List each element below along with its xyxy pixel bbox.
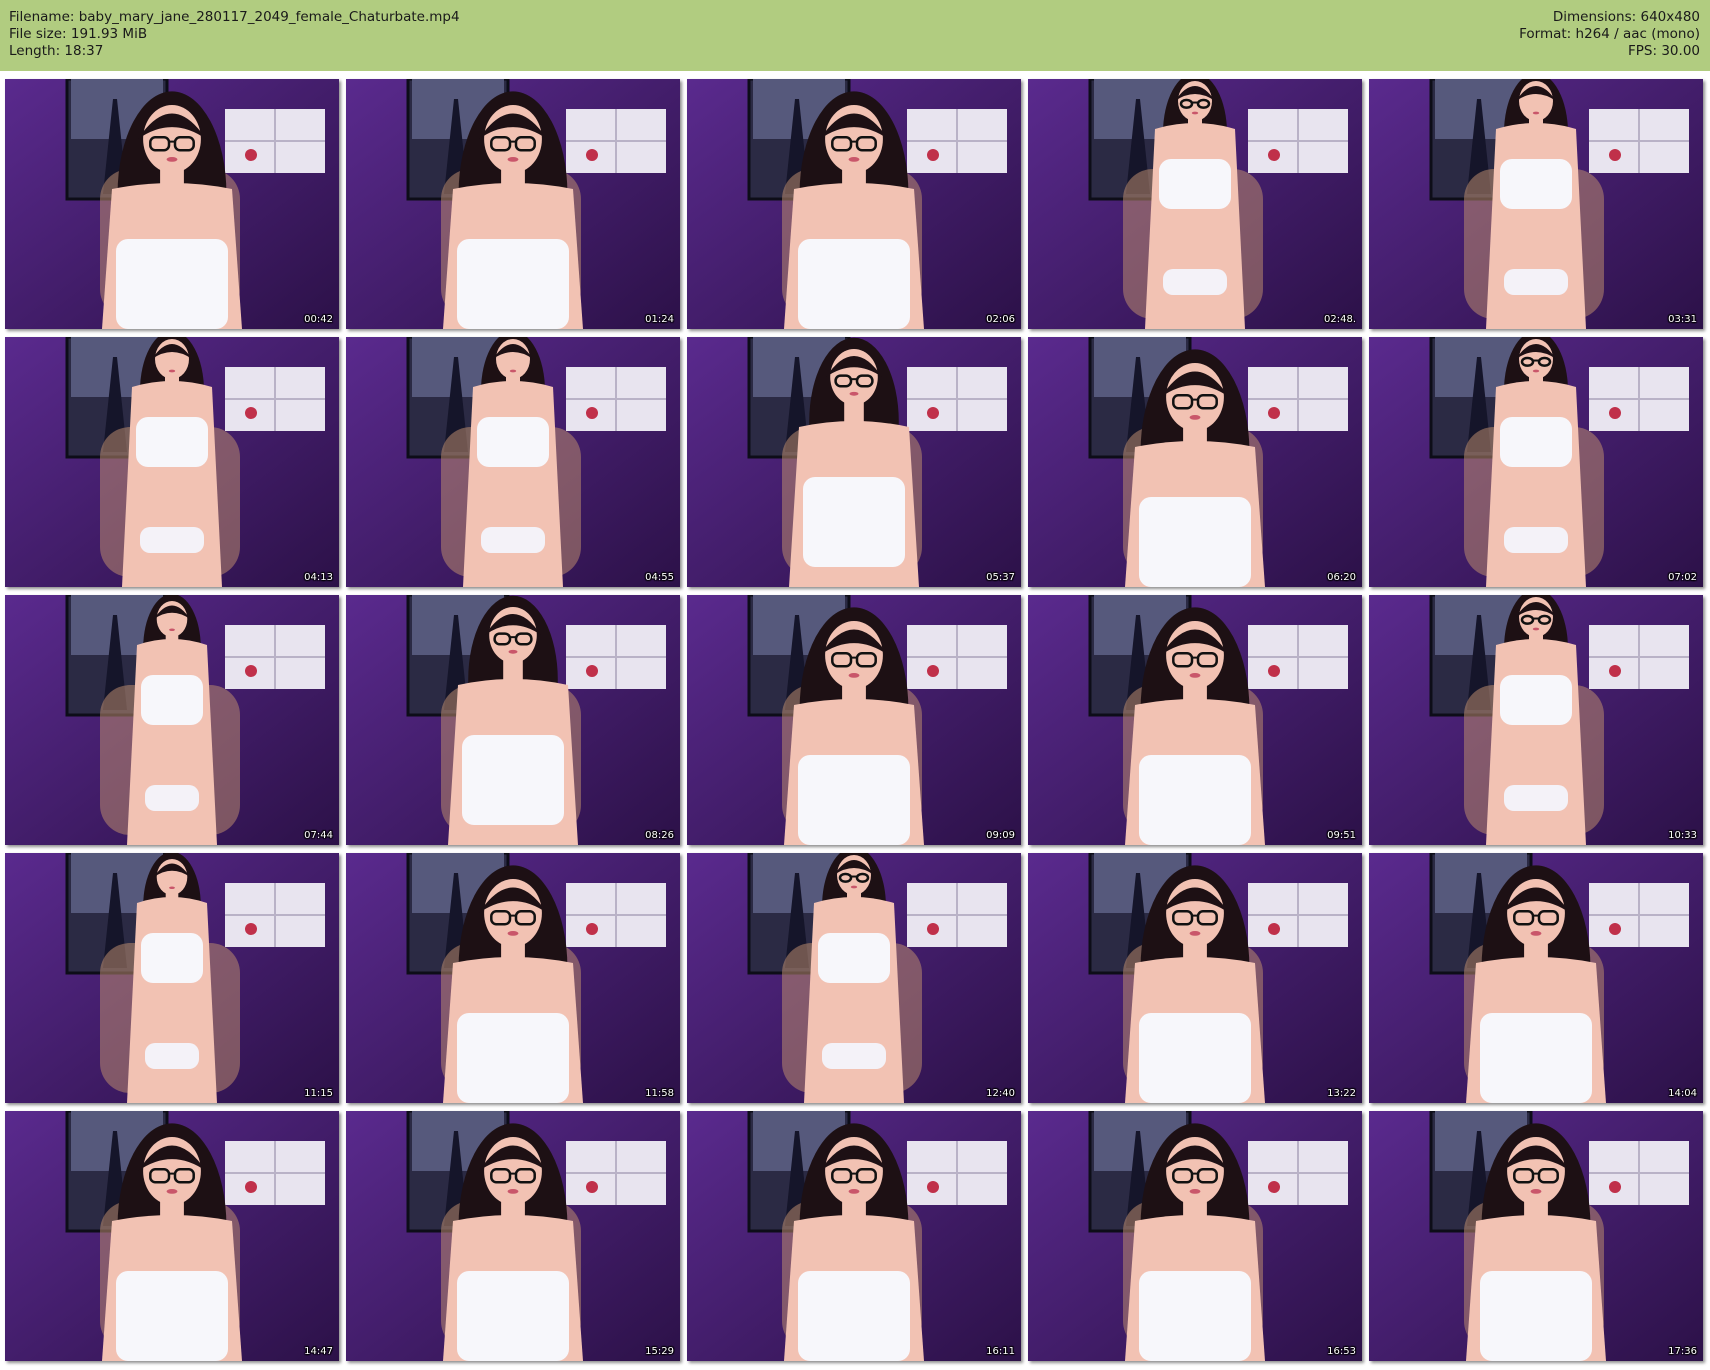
thumbnail-frame [346, 853, 680, 1103]
timestamp-label: 00:42 [304, 314, 333, 325]
thumbnail-frame [346, 595, 680, 845]
video-thumbnail: 17:36 [1369, 1111, 1703, 1361]
thumbnail-frame [1369, 337, 1703, 587]
thumbnail-frame [346, 1111, 680, 1361]
video-thumbnail: 11:15 [5, 853, 339, 1103]
video-thumbnail: 09:09 [687, 595, 1021, 845]
timestamp-label: 04:13 [304, 572, 333, 583]
thumbnail-frame [5, 595, 339, 845]
timestamp-label: 14:47 [304, 1346, 333, 1357]
thumbnail-frame [5, 337, 339, 587]
thumbnail-frame [346, 79, 680, 329]
video-thumbnail: 08:26 [346, 595, 680, 845]
timestamp-label: 03:31 [1668, 314, 1697, 325]
video-thumbnail: 00:42 [5, 79, 339, 329]
thumbnail-grid: 00:42 01:24 02:06 02:48. 03:31 04:13 04:55 05:3… [0, 71, 1710, 1370]
video-thumbnail: 03:31 [1369, 79, 1703, 329]
video-thumbnail: 07:44 [5, 595, 339, 845]
timestamp-label: 04:55 [645, 572, 674, 583]
thumbnail-frame [346, 337, 680, 587]
thumbnail-frame [1369, 595, 1703, 845]
video-thumbnail: 12:40 [687, 853, 1021, 1103]
dimensions-text: Dimensions: 640x480 [1552, 9, 1700, 25]
timestamp-label: 07:02 [1668, 572, 1697, 583]
timestamp-label: 10:33 [1668, 830, 1697, 841]
thumbnail-frame [5, 79, 339, 329]
video-thumbnail: 07:02 [1369, 337, 1703, 587]
timestamp-label: 17:36 [1668, 1346, 1697, 1357]
thumbnail-frame [1028, 595, 1362, 845]
video-thumbnail: 02:48. [1028, 79, 1362, 329]
video-thumbnail: 02:06 [687, 79, 1021, 329]
timestamp-label: 14:04 [1668, 1088, 1697, 1099]
format-text: Format: h264 / aac (mono) [1519, 26, 1700, 42]
thumbnail-frame [687, 853, 1021, 1103]
thumbnail-frame [1028, 1111, 1362, 1361]
timestamp-label: 06:20 [1327, 572, 1356, 583]
filesize-text: File size: 191.93 MiB [9, 26, 148, 42]
length-text: Length: 18:37 [9, 43, 104, 59]
stream-info: Dimensions: 640x480 Format: h264 / aac (… [1519, 9, 1700, 60]
thumbnail-frame [5, 1111, 339, 1361]
timestamp-label: 07:44 [304, 830, 333, 841]
timestamp-label: 16:53 [1327, 1346, 1356, 1357]
timestamp-label: 08:26 [645, 830, 674, 841]
timestamp-label: 02:48. [1324, 314, 1356, 325]
video-thumbnail: 14:04 [1369, 853, 1703, 1103]
thumbnail-frame [1028, 853, 1362, 1103]
video-thumbnail: 10:33 [1369, 595, 1703, 845]
fps-text: FPS: 30.00 [1628, 43, 1700, 59]
thumbnail-frame [1369, 1111, 1703, 1361]
video-thumbnail: 15:29 [346, 1111, 680, 1361]
timestamp-label: 12:40 [986, 1088, 1015, 1099]
timestamp-label: 09:09 [986, 830, 1015, 841]
timestamp-label: 16:11 [986, 1346, 1015, 1357]
file-info: Filename: baby_mary_jane_280117_2049_fem… [9, 9, 460, 60]
timestamp-label: 15:29 [645, 1346, 674, 1357]
video-thumbnail: 14:47 [5, 1111, 339, 1361]
thumbnail-frame [5, 853, 339, 1103]
timestamp-label: 01:24 [645, 314, 674, 325]
timestamp-label: 02:06 [986, 314, 1015, 325]
timestamp-label: 09:51 [1327, 830, 1356, 841]
thumbnail-frame [1369, 853, 1703, 1103]
timestamp-label: 13:22 [1327, 1088, 1356, 1099]
video-thumbnail: 01:24 [346, 79, 680, 329]
timestamp-label: 05:37 [986, 572, 1015, 583]
thumbnail-frame [1369, 79, 1703, 329]
video-thumbnail: 05:37 [687, 337, 1021, 587]
video-thumbnail: 16:53 [1028, 1111, 1362, 1361]
thumbnail-frame [687, 337, 1021, 587]
video-thumbnail: 04:13 [5, 337, 339, 587]
video-thumbnail: 16:11 [687, 1111, 1021, 1361]
timestamp-label: 11:15 [304, 1088, 333, 1099]
filename-text: Filename: baby_mary_jane_280117_2049_fem… [9, 9, 460, 25]
thumbnail-frame [687, 1111, 1021, 1361]
video-thumbnail: 11:58 [346, 853, 680, 1103]
video-thumbnail: 06:20 [1028, 337, 1362, 587]
thumbnail-frame [1028, 79, 1362, 329]
video-thumbnail: 13:22 [1028, 853, 1362, 1103]
video-thumbnail: 09:51 [1028, 595, 1362, 845]
timestamp-label: 11:58 [645, 1088, 674, 1099]
thumbnail-frame [687, 595, 1021, 845]
video-thumbnail: 04:55 [346, 337, 680, 587]
thumbnail-frame [687, 79, 1021, 329]
info-header: Filename: baby_mary_jane_280117_2049_fem… [0, 0, 1710, 71]
thumbnail-frame [1028, 337, 1362, 587]
